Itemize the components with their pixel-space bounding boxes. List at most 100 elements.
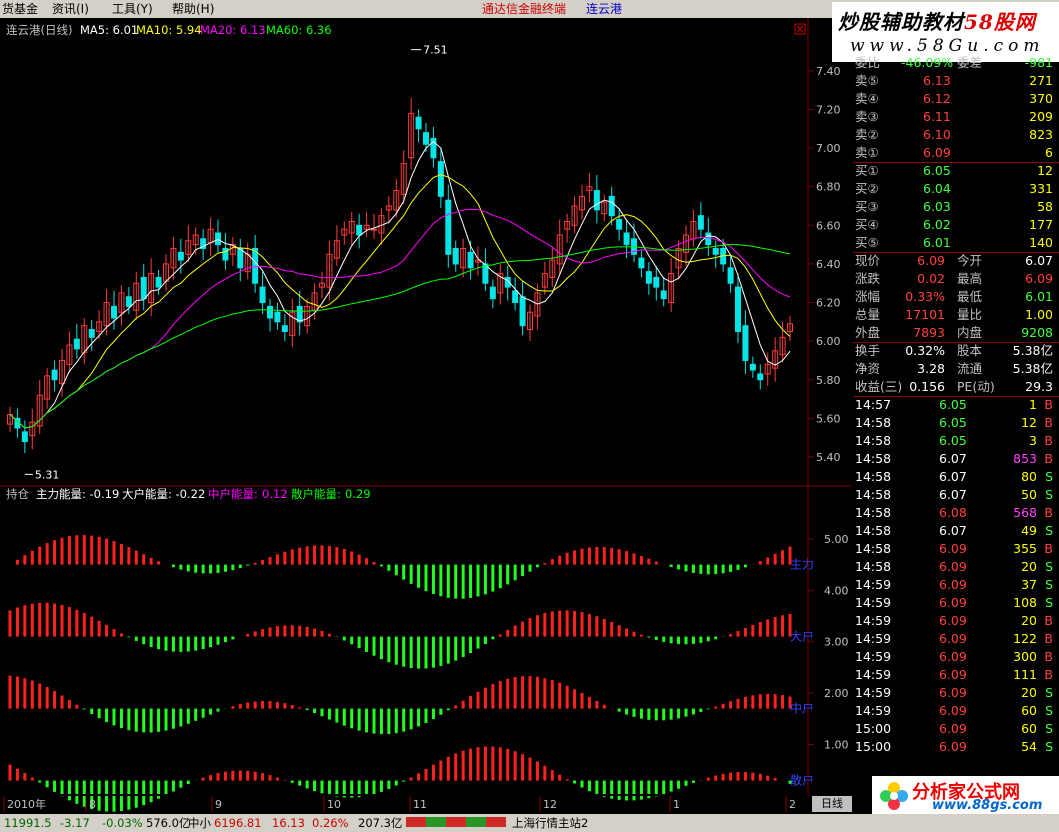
- ask-label: 卖②: [855, 127, 879, 142]
- ask-row: 卖③ 6.11 209: [853, 108, 1055, 126]
- bid-volume: 58: [1037, 199, 1053, 214]
- tick-time: 14:58: [855, 505, 892, 520]
- candle-body: [616, 219, 623, 230]
- tick-time: 15:00: [855, 739, 892, 754]
- tick-side: B: [1044, 451, 1053, 466]
- indicator-small-energy-label: 散户能量:: [291, 487, 341, 501]
- candle-body: [705, 232, 712, 246]
- server-name: 上海行情主站2: [512, 816, 589, 830]
- bid-label: 买②: [855, 181, 879, 196]
- tick-price: 6.07: [939, 487, 967, 502]
- date-tick-label: 8: [89, 798, 96, 811]
- energy-series-side-label: 主力: [790, 558, 814, 572]
- weicha-label: 委差: [957, 55, 983, 70]
- tick-side: B: [1044, 667, 1053, 682]
- indicator-mid-energy-value: 0.12: [262, 487, 288, 501]
- stat-value-2: 9208: [1021, 325, 1053, 340]
- tick-volume: 37: [1021, 577, 1037, 592]
- candle-body: [111, 305, 117, 319]
- ask-price: 6.09: [923, 145, 951, 160]
- tick-volume: 50: [1021, 487, 1037, 502]
- tick-time: 14:58: [855, 541, 892, 556]
- candle-body: [437, 161, 444, 197]
- tick-side: S: [1045, 559, 1053, 574]
- stat-value-2: 6.09: [1025, 271, 1053, 286]
- fund-label: 净资: [855, 361, 881, 376]
- menu-help[interactable]: 帮助(H): [172, 0, 214, 18]
- period-day-tab[interactable]: 日线: [812, 796, 852, 812]
- sz-index-value: 6196.81: [214, 816, 262, 830]
- tick-time: 14:59: [855, 595, 892, 610]
- ma5-label: MA5: 6.01: [80, 23, 138, 37]
- tick-row: 14:58 6.05 12 B: [853, 414, 1055, 432]
- tick-volume: 20: [1021, 685, 1037, 700]
- candle-body: [735, 286, 741, 332]
- bid-row: 买② 6.04 331: [853, 180, 1055, 198]
- price-tick-label: 6.00: [816, 335, 841, 348]
- candle-body: [237, 247, 244, 269]
- weicha-value: -981: [1024, 55, 1053, 70]
- candle-body: [51, 369, 58, 381]
- tick-row: 14:58 6.07 853 B: [853, 450, 1055, 468]
- tick-time: 14:59: [855, 649, 892, 664]
- tick-row: 14:58 6.07 50 S: [853, 486, 1055, 504]
- tick-volume: 1: [1029, 397, 1037, 412]
- tick-time: 14:59: [855, 703, 892, 718]
- price-tick-label: 5.40: [816, 451, 841, 464]
- bid-row: 买③ 6.03 58: [853, 198, 1055, 216]
- price-axis: 7.40 7.20 7.00 6.80 6.60 6.40 6.20 6.00 5.80 5.60…: [808, 65, 841, 464]
- ma5-line: [9, 140, 791, 429]
- tick-volume: 111: [1013, 667, 1037, 682]
- bid-volume: 177: [1029, 217, 1053, 232]
- stat-row: 现价 6.09 今开 6.07: [853, 252, 1055, 270]
- tick-volume: 20: [1021, 613, 1037, 628]
- bid-row: 买④ 6.02 177: [853, 216, 1055, 234]
- candle-body: [259, 286, 266, 304]
- fund-value: 0.156: [909, 379, 945, 394]
- candle-body: [749, 363, 756, 371]
- candle-body: [371, 228, 377, 231]
- menu-fund[interactable]: 货基金: [2, 0, 38, 18]
- stat-row: 涨跌 0.02 最高 6.09: [853, 270, 1055, 288]
- stat-label-2: 内盘: [957, 325, 983, 340]
- sh-index-amount: 576.0亿: [146, 816, 191, 830]
- ask-volume: 271: [1029, 73, 1053, 88]
- fund-label-2: 股本: [957, 343, 983, 358]
- tick-volume: 300: [1013, 649, 1037, 664]
- menu-news[interactable]: 资讯(I): [52, 0, 89, 18]
- tick-price: 6.09: [939, 613, 967, 628]
- bid-price: 6.03: [923, 199, 951, 214]
- fund-row: 换手 0.32% 股本 5.38亿: [853, 342, 1055, 360]
- menu-tools[interactable]: 工具(Y): [112, 0, 153, 18]
- fund-label: 收益(三): [855, 379, 903, 394]
- price-tick-label: 6.80: [816, 181, 841, 194]
- stat-value: 7893: [913, 325, 945, 340]
- tick-time: 14:58: [855, 523, 892, 538]
- fund-value-2: 5.38亿: [1012, 343, 1053, 358]
- candle-body: [73, 338, 80, 350]
- tick-side: B: [1044, 541, 1053, 556]
- candle-body: [140, 276, 147, 300]
- stat-label: 总量: [855, 307, 881, 322]
- date-tick-label: 2: [789, 798, 796, 811]
- tick-volume: 54: [1021, 739, 1037, 754]
- tick-side: S: [1045, 721, 1053, 736]
- indicator-axis: 5.00 4.00 3.00 2.00 1.00: [808, 533, 849, 752]
- high-price-label: 7.51: [423, 44, 448, 57]
- candle-body: [177, 251, 184, 261]
- tick-volume: 3: [1029, 433, 1037, 448]
- tick-row: 14:58 6.05 3 B: [853, 432, 1055, 450]
- candle-body: [519, 296, 526, 327]
- candle-body: [623, 232, 630, 246]
- candle-body: [512, 290, 519, 304]
- tick-volume: 49: [1021, 523, 1037, 538]
- date-tick-label: 9: [215, 798, 222, 811]
- tick-side: B: [1044, 397, 1053, 412]
- kline-chart-area[interactable]: 连云港(日线) MA5: 6.01 MA10: 5.94 MA20: 6.13 …: [0, 18, 852, 814]
- tick-time: 14:58: [855, 451, 892, 466]
- indicator-main-energy: 主力能量: -0.19: [36, 487, 119, 501]
- candle-body: [593, 190, 600, 211]
- indicator-tick-label: 3.00: [824, 636, 849, 649]
- bid-volume: 140: [1029, 235, 1053, 250]
- bid-row: 买⑤ 6.01 140: [853, 234, 1055, 252]
